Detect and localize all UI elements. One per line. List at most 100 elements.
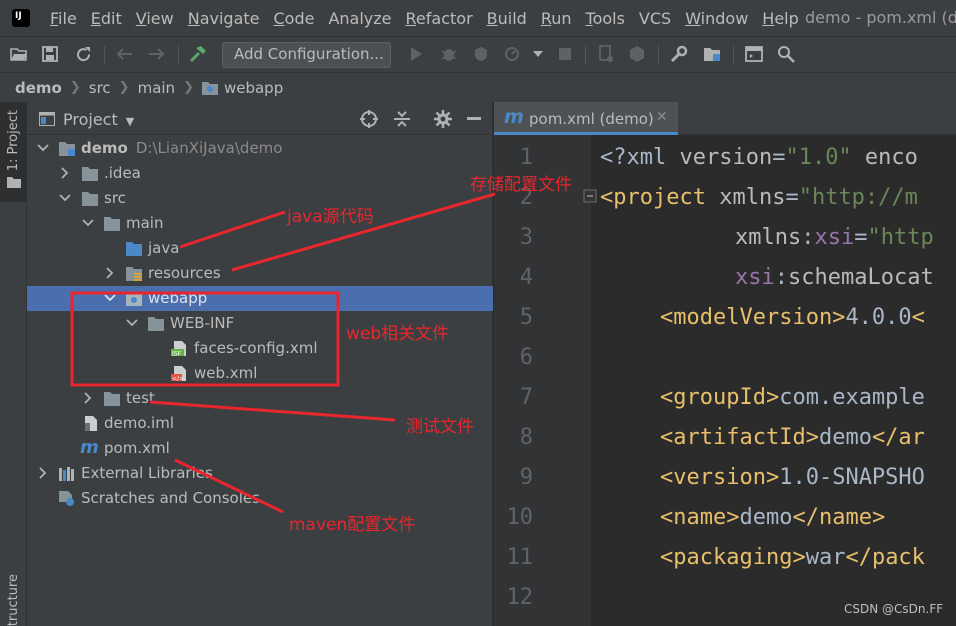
- build-hammer-icon[interactable]: [189, 45, 207, 63]
- back-arrow-icon[interactable]: [115, 45, 133, 63]
- menu-mnemonic: R: [540, 8, 552, 28]
- save-all-icon[interactable]: [41, 45, 59, 63]
- menu-edit[interactable]: Edit: [91, 9, 122, 28]
- tree-node-idea[interactable]: .idea: [27, 161, 493, 186]
- tree-node-resources[interactable]: resources: [27, 261, 493, 286]
- menu-run[interactable]: Run: [541, 9, 572, 28]
- menu-vcs[interactable]: VCS: [639, 9, 671, 28]
- chevron-right-icon[interactable]: [104, 267, 116, 279]
- chevron-down-icon[interactable]: [37, 142, 49, 154]
- breadcrumb-item[interactable]: webapp: [224, 79, 283, 97]
- chevron-down-icon[interactable]: [82, 217, 94, 229]
- tree-node-label: resources: [148, 264, 221, 282]
- chevron-down-icon[interactable]: [126, 317, 138, 329]
- chevron-right-icon[interactable]: [59, 167, 71, 179]
- tab-pom-xml[interactable]: m pom.xml (demo) ✕: [494, 102, 678, 135]
- chevron-down-icon[interactable]: [104, 292, 116, 304]
- chevron-right-icon[interactable]: [82, 392, 94, 404]
- breadcrumb-item[interactable]: main: [138, 79, 175, 97]
- code-token: "1.0": [785, 145, 852, 170]
- breadcrumb-item[interactable]: src: [89, 79, 111, 97]
- tree-node-src[interactable]: src: [27, 186, 493, 211]
- settings-wrench-icon[interactable]: [670, 45, 688, 63]
- attach-debugger-icon[interactable]: [597, 45, 615, 63]
- menu-tools[interactable]: Tools: [586, 9, 625, 28]
- sync-icon[interactable]: [74, 45, 92, 63]
- tree-node-java[interactable]: java: [27, 236, 493, 261]
- stop-icon[interactable]: [556, 45, 574, 63]
- chevron-down-icon[interactable]: [529, 45, 547, 63]
- tab-label: pom.xml (demo): [529, 110, 654, 128]
- menu-refactor[interactable]: Refactor: [406, 9, 473, 28]
- structure-tool-button[interactable]: Structure: [6, 574, 21, 626]
- chevron-right-icon[interactable]: [37, 467, 49, 479]
- project-tool-button[interactable]: 1: Project: [0, 102, 27, 202]
- fold-marker-icon[interactable]: [583, 189, 597, 203]
- collapse-all-icon[interactable]: [393, 109, 411, 129]
- code-token: =: [785, 185, 799, 210]
- tree-node-external-libraries[interactable]: External Libraries: [27, 461, 493, 486]
- menu-label: elp: [774, 8, 799, 28]
- menu-navigate[interactable]: Navigate: [188, 9, 260, 28]
- menu-view[interactable]: View: [136, 9, 174, 28]
- menu-file[interactable]: File: [50, 9, 77, 28]
- tree-node-label: demo D:\LianXiJava\demo: [81, 139, 282, 157]
- menu-help[interactable]: Help: [762, 9, 798, 28]
- jsf-file-icon: JSF: [171, 341, 186, 356]
- folder-icon: [104, 392, 120, 406]
- code-area[interactable]: <?xml version="1.0" enco <project xmlns=…: [600, 135, 956, 626]
- tree-node-webapp[interactable]: webapp: [27, 286, 493, 311]
- code-line: <version>1.0-SNAPSHO: [660, 465, 925, 490]
- gear-icon[interactable]: [434, 110, 452, 128]
- menu-label: ile: [58, 8, 77, 28]
- forward-arrow-icon[interactable]: [148, 45, 166, 63]
- tree-node-test[interactable]: test: [27, 386, 493, 411]
- tree-node-web-xml[interactable]: </> web.xml: [27, 361, 493, 386]
- coverage-icon[interactable]: [472, 45, 490, 63]
- annotation-config-files: 存储配置文件: [470, 175, 572, 195]
- code-token: xmlns: [735, 225, 802, 250]
- run-icon[interactable]: [407, 45, 425, 63]
- presentation-mode-icon[interactable]: [745, 45, 763, 63]
- folder-icon: [104, 217, 120, 231]
- left-tool-stripe: 1: Project Structure: [0, 102, 27, 626]
- menu-build[interactable]: Build: [487, 9, 527, 28]
- menu-window[interactable]: Window: [685, 9, 748, 28]
- menu-label: un: [551, 8, 572, 28]
- menu-label: efactor: [415, 8, 473, 28]
- menu-mnemonic: H: [762, 8, 775, 28]
- chevron-down-icon[interactable]: [59, 192, 71, 204]
- line-number: 4: [519, 265, 533, 290]
- intellij-logo-icon: IJ: [10, 7, 32, 29]
- tree-node-demo[interactable]: demo D:\LianXiJava\demo: [27, 136, 493, 161]
- add-configuration-button[interactable]: Add Configuration...: [222, 42, 391, 68]
- search-icon[interactable]: [777, 45, 795, 63]
- tree-node-scratches[interactable]: Scratches and Consoles: [27, 486, 493, 511]
- minimize-icon[interactable]: [467, 117, 481, 121]
- project-view-selector[interactable]: Project ▼: [63, 110, 134, 129]
- scratches-icon: [59, 491, 74, 506]
- debug-bug-icon[interactable]: [440, 45, 458, 63]
- breadcrumb-item[interactable]: demo: [15, 79, 62, 97]
- toolbar-separator: [104, 46, 105, 64]
- watermark: CSDN @CsDn.FF: [844, 602, 944, 616]
- code-token: "http://m: [798, 185, 918, 210]
- open-folder-icon[interactable]: [10, 45, 28, 63]
- menu-code[interactable]: Code: [274, 9, 315, 28]
- line-number: 1: [519, 145, 533, 170]
- menu-mnemonic: F: [50, 8, 59, 28]
- close-icon[interactable]: ✕: [656, 109, 668, 125]
- project-structure-icon[interactable]: [703, 45, 721, 63]
- locate-file-icon[interactable]: [359, 109, 379, 129]
- code-token: 4.0.0: [845, 305, 912, 330]
- tree-node-main[interactable]: main: [27, 211, 493, 236]
- module-folder-icon: [59, 142, 75, 156]
- xml-file-icon: </>: [171, 366, 186, 381]
- menu-label: Analyze: [328, 8, 392, 28]
- toolbar-separator: [178, 46, 179, 64]
- services-icon[interactable]: [628, 45, 646, 63]
- menu-analyze[interactable]: Analyze: [328, 9, 391, 28]
- profile-icon[interactable]: [504, 45, 522, 63]
- code-line: <modelVersion>4.0.0<: [660, 305, 925, 330]
- tree-node-pom-xml[interactable]: m pom.xml: [27, 436, 493, 461]
